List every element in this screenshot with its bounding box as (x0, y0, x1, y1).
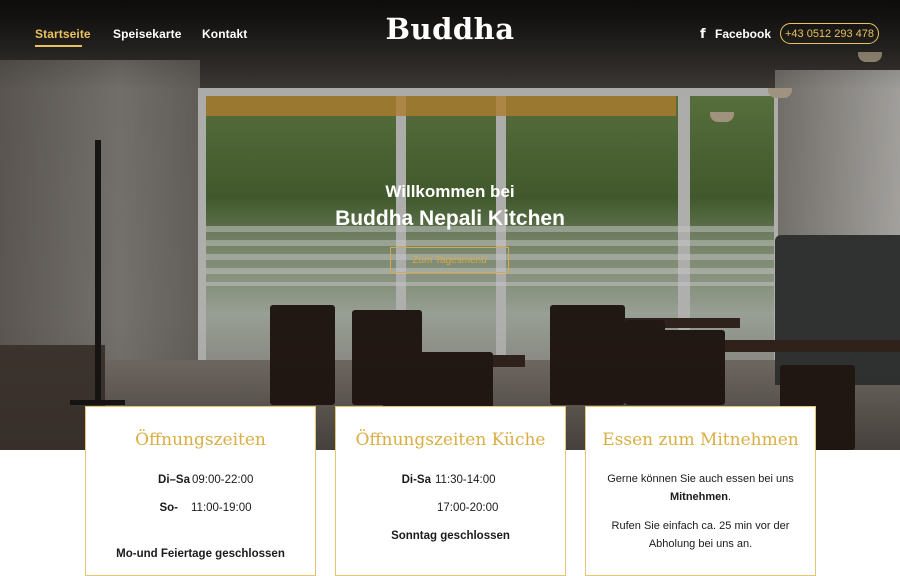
card-title: Öffnungszeiten (135, 430, 266, 450)
takeaway-instructions: Rufen Sie einfach ca. 25 min vor der Abh… (611, 520, 790, 550)
daily-menu-button[interactable]: Zum Tagesmenü (390, 247, 509, 273)
takeaway-text: Gerne können Sie auch essen bei uns (607, 473, 794, 485)
site-logo[interactable]: Buddha (360, 12, 540, 46)
hours-time: 11:00-19:00 (191, 502, 252, 514)
hero-heading-line2: Buddha Nepali Kitchen (335, 207, 565, 230)
takeaway-card: Essen zum Mitnehmen Gerne können Sie auc… (585, 406, 816, 576)
nav-link-speisekarte[interactable]: Speisekarte (113, 27, 181, 41)
facebook-link[interactable]: f Facebook (700, 27, 771, 42)
phone-button[interactable]: +43 0512 293 478 (780, 23, 879, 44)
hours-time: 11:30-14:00 (435, 474, 496, 486)
nav-link-startseite[interactable]: Startseite (35, 27, 91, 41)
takeaway-punctuation: . (728, 491, 732, 503)
hours-day: So- (159, 502, 178, 514)
hours-note: Mo-und Feiertage geschlossen (116, 548, 285, 560)
nav-link-kontakt[interactable]: Kontakt (202, 27, 247, 41)
top-navigation: Startseite Speisekarte Kontakt Buddha fF… (0, 0, 900, 68)
takeaway-paragraph: Gerne können Sie auch essen bei uns Mitn… (600, 470, 801, 506)
hours-time: 09:00-22:00 (192, 474, 254, 486)
kitchen-note: Sonntag geschlossen (391, 530, 510, 542)
nav-active-underline (35, 45, 82, 47)
hours-day: Di-Sa (401, 474, 431, 486)
kitchen-hours-card: Öffnungszeiten Küche Di-Sa 11:30-14:00 1… (335, 406, 566, 576)
hero-heading: Willkommen bei Buddha Nepali Kitchen (250, 182, 650, 231)
card-title: Essen zum Mitnehmen (602, 430, 799, 450)
opening-hours-card: Öffnungszeiten Di–Sa 09:00-22:00 So- 11:… (85, 406, 316, 576)
facebook-icon: f (700, 27, 706, 42)
card-title: Öffnungszeiten Küche (355, 430, 546, 450)
hours-time: 17:00-20:00 (437, 502, 499, 514)
facebook-label: Facebook (715, 27, 772, 41)
hours-day: Di–Sa (158, 474, 190, 486)
hero-heading-line1: Willkommen bei (385, 182, 515, 201)
takeaway-highlight: Mitnehmen (669, 491, 728, 503)
